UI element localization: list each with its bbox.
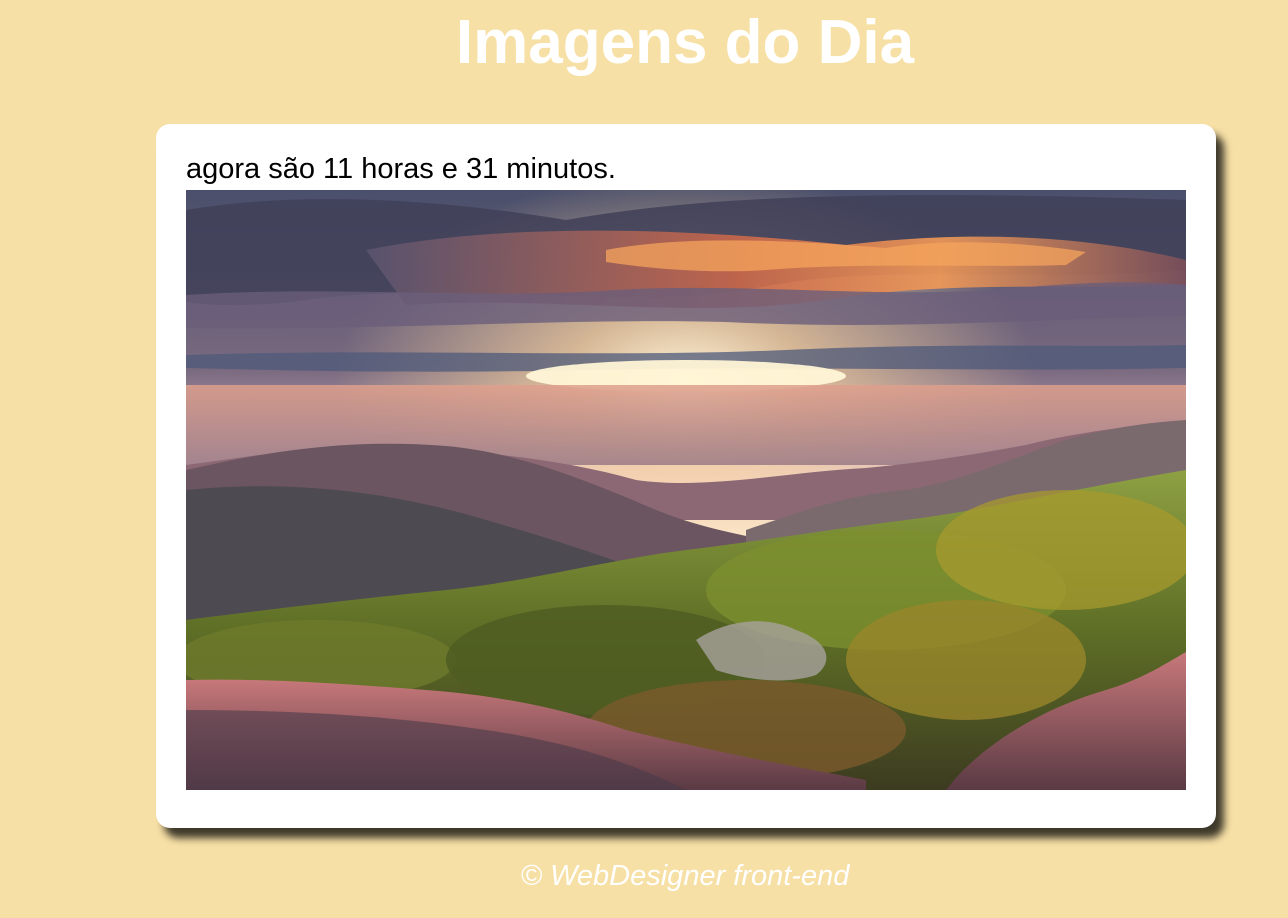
- page-title: Imagens do Dia: [455, 8, 915, 77]
- footer-copyright: © WebDesigner front-end: [520, 860, 850, 892]
- image-card: agora são 11 horas e 31 minutos.: [156, 124, 1216, 828]
- current-time-text: agora são 11 horas e 31 minutos.: [186, 153, 616, 185]
- daily-landscape-image: [186, 190, 1186, 790]
